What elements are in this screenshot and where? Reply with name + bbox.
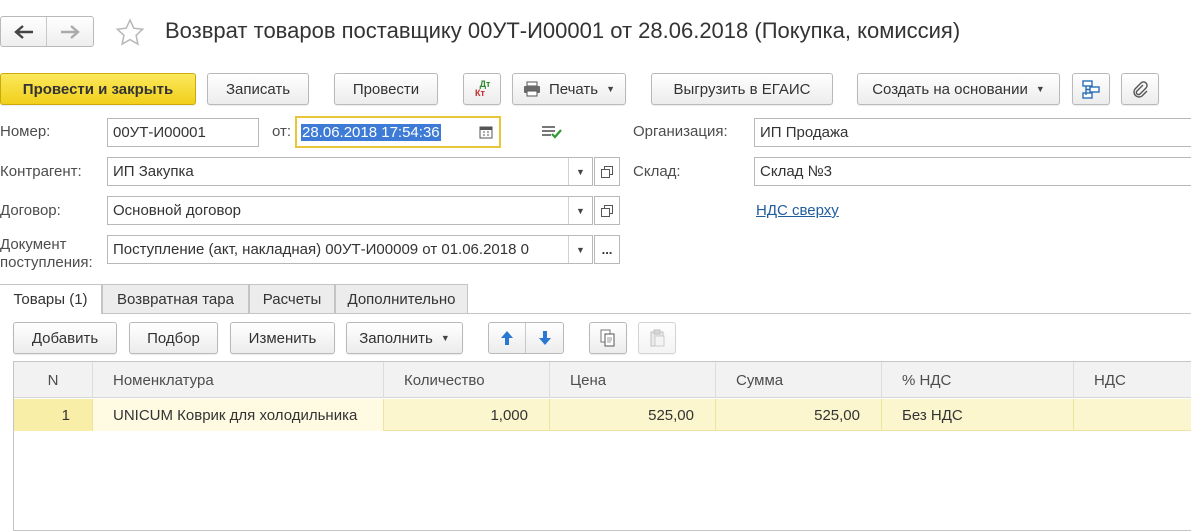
copy-button[interactable] <box>589 322 627 354</box>
arrow-down-icon <box>538 331 551 345</box>
cell-item[interactable]: UNICUM Коврик для холодильника <box>93 399 384 431</box>
receipt-label-line2: поступления: <box>0 254 93 271</box>
copy-icon <box>600 329 615 347</box>
organization-field[interactable]: ИП Продажа <box>754 118 1191 147</box>
arrow-up-icon <box>501 331 513 345</box>
cell-sum[interactable]: 525,00 <box>716 399 882 431</box>
move-down-button[interactable] <box>526 323 563 353</box>
create-based-on-label: Создать на основании <box>872 80 1028 98</box>
favorite-star-icon[interactable] <box>114 17 146 49</box>
tab-settlements[interactable]: Расчеты <box>249 284 335 313</box>
add-row-button[interactable]: Добавить <box>13 322 117 354</box>
attachments-button[interactable] <box>1121 73 1159 105</box>
document-structure-icon <box>1082 80 1100 99</box>
save-button[interactable]: Записать <box>207 73 309 105</box>
tabs-baseline <box>0 313 1191 314</box>
chevron-down-icon[interactable]: ▼ <box>568 197 592 224</box>
organization-label: Организация: <box>633 123 728 140</box>
open-form-icon <box>601 165 613 178</box>
organization-value: ИП Продажа <box>760 124 849 141</box>
arrow-right-icon <box>61 24 80 39</box>
tab-additional[interactable]: Дополнительно <box>335 284 468 313</box>
window-title: Возврат товаров поставщику 00УТ-И00001 о… <box>165 18 961 43</box>
cell-vat[interactable] <box>1074 399 1191 431</box>
check-date-icon[interactable] <box>541 123 563 141</box>
receipt-document-value: Поступление (акт, накладная) 00УТ-И00009… <box>113 241 529 258</box>
date-label: от: <box>272 123 292 140</box>
print-button[interactable]: Печать ▼ <box>512 73 626 105</box>
chevron-down-icon[interactable]: ▼ <box>568 158 592 185</box>
cell-n: 1 <box>14 399 93 431</box>
dtkt-icon-bottom: Кт <box>475 88 485 98</box>
paperclip-icon <box>1133 81 1148 98</box>
paste-icon <box>650 329 665 347</box>
contractor-open-button[interactable] <box>594 157 620 186</box>
warehouse-value: Склад №3 <box>760 163 833 180</box>
receipt-document-field[interactable]: Поступление (акт, накладная) 00УТ-И00009… <box>107 235 593 264</box>
receipt-select-button[interactable]: ... <box>594 235 620 264</box>
warehouse-label: Склад: <box>633 163 681 180</box>
column-header-vat[interactable]: НДС <box>1074 362 1191 398</box>
chevron-down-icon: ▼ <box>1035 84 1045 94</box>
contract-value: Основной договор <box>113 202 241 219</box>
cell-quantity[interactable]: 1,000 <box>384 399 550 431</box>
calendar-icon[interactable] <box>473 125 499 139</box>
contractor-value: ИП Закупка <box>113 163 194 180</box>
contractor-field[interactable]: ИП Закупка ▼ <box>107 157 593 186</box>
forward-button[interactable] <box>47 17 93 46</box>
edit-button[interactable]: Изменить <box>230 322 335 354</box>
fill-button[interactable]: Заполнить ▼ <box>346 322 463 354</box>
contract-label: Договор: <box>0 202 61 219</box>
tab-goods[interactable]: Товары (1) <box>0 284 102 314</box>
create-based-on-button[interactable]: Создать на основании ▼ <box>857 73 1060 105</box>
chevron-down-icon: ▼ <box>606 84 616 94</box>
column-header-price[interactable]: Цена <box>550 362 716 398</box>
print-label: Печать <box>548 80 599 98</box>
number-label: Номер: <box>0 123 51 140</box>
post-and-close-button[interactable]: Провести и закрыть <box>0 73 196 105</box>
cell-vat-rate[interactable]: Без НДС <box>882 399 1074 431</box>
tab-returnable-packaging[interactable]: Возвратная тара <box>102 284 249 313</box>
column-header-item[interactable]: Номенклатура <box>93 362 384 398</box>
number-field[interactable]: 00УТ-И00001 <box>107 118 259 147</box>
egais-export-button[interactable]: Выгрузить в ЕГАИС <box>651 73 833 105</box>
contract-field[interactable]: Основной договор ▼ <box>107 196 593 225</box>
receipt-label-line1: Документ <box>0 236 67 253</box>
column-header-n[interactable]: N <box>14 362 93 398</box>
contractor-label: Контрагент: <box>0 163 82 180</box>
chevron-down-icon[interactable]: ▼ <box>568 236 592 263</box>
pick-button[interactable]: Подбор <box>129 322 218 354</box>
dtkt-button[interactable]: Дт Кт <box>463 73 501 105</box>
column-header-quantity[interactable]: Количество <box>384 362 550 398</box>
printer-icon <box>523 81 540 97</box>
arrow-left-icon <box>13 24 33 39</box>
column-header-sum[interactable]: Сумма <box>716 362 882 398</box>
chevron-down-icon: ▼ <box>440 333 450 343</box>
date-field[interactable]: 28.06.2018 17:54:36 <box>295 116 501 148</box>
fill-label: Заполнить <box>359 329 433 347</box>
post-button[interactable]: Провести <box>334 73 438 105</box>
nav-group <box>0 16 94 47</box>
move-group <box>488 322 564 354</box>
paste-button[interactable] <box>638 322 676 354</box>
contract-open-button[interactable] <box>594 196 620 225</box>
date-value: 28.06.2018 17:54:36 <box>301 123 441 141</box>
structure-button[interactable] <box>1072 73 1110 105</box>
back-button[interactable] <box>1 17 47 46</box>
move-up-button[interactable] <box>489 323 526 353</box>
open-form-icon <box>601 204 613 217</box>
warehouse-field[interactable]: Склад №3 <box>754 157 1191 186</box>
column-header-vat-rate[interactable]: % НДС <box>882 362 1074 398</box>
number-value: 00УТ-И00001 <box>113 124 206 141</box>
cell-price[interactable]: 525,00 <box>550 399 716 431</box>
vat-on-top-link[interactable]: НДС сверху <box>756 202 839 219</box>
